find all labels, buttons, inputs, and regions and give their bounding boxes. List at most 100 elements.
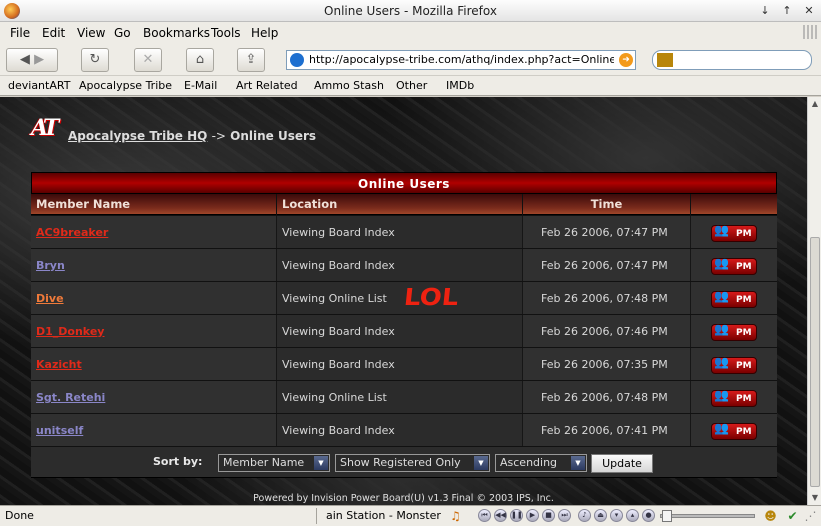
back-forward-button[interactable]: ◀ ▶ (6, 48, 58, 72)
back-arrow-icon: ◀ (19, 52, 30, 67)
dropdown-arrow-icon[interactable]: ▼ (314, 456, 328, 470)
play-icon[interactable]: ▶ (526, 509, 539, 522)
menu-view[interactable]: View (77, 26, 105, 40)
table-header: Member Name Location Time (31, 194, 777, 215)
music-note-icon: ♫ (450, 509, 461, 523)
stop-button[interactable]: ✕ (134, 48, 162, 72)
pm-cell: 👥 PM (691, 216, 777, 249)
member-time: Feb 26 2006, 07:46 PM (523, 315, 691, 348)
stop-playback-icon[interactable]: ■ (542, 509, 555, 522)
header-time: Time (523, 194, 691, 215)
users-icon: 👥 (714, 322, 729, 336)
member-link[interactable]: Dive (31, 282, 277, 315)
stop-icon: ✕ (142, 52, 154, 67)
volume-slider-knob[interactable] (662, 510, 672, 522)
bookmark-art-related[interactable]: Art Related (236, 79, 298, 92)
playlist-icon[interactable]: ♪ (578, 509, 591, 522)
volume-down-icon[interactable]: ▾ (610, 509, 623, 522)
breadcrumb-home-link[interactable]: Apocalypse Tribe HQ (68, 129, 207, 143)
menu-bookmarks[interactable]: Bookmarks (143, 26, 210, 40)
forward-arrow-icon: ▶ (34, 52, 45, 67)
users-icon: 👥 (714, 388, 729, 402)
member-link[interactable]: AC9breaker (31, 216, 277, 249)
member-link[interactable]: unitself (31, 414, 277, 447)
pm-button[interactable]: 👥 PM (711, 256, 757, 275)
sort-order-select[interactable]: Ascending ▼ (495, 454, 587, 472)
scroll-up-icon[interactable]: ▲ (809, 97, 821, 111)
menu-go[interactable]: Go (114, 26, 131, 40)
users-icon: 👥 (714, 289, 729, 303)
page-content: AT Apocalypse Tribe HQ -> Online Users O… (0, 97, 807, 505)
search-engine-icon[interactable] (657, 53, 673, 67)
header-pm (691, 194, 777, 215)
scroll-thumb[interactable] (810, 237, 820, 487)
pm-button[interactable]: 👥 PM (711, 355, 757, 374)
address-input[interactable]: http://apocalypse-tribe.com/athq/index.p… (309, 53, 614, 66)
dropdown-arrow-icon[interactable]: ▼ (571, 456, 585, 470)
menu-help[interactable]: Help (251, 26, 278, 40)
resize-grip-icon: ⋰ (804, 509, 817, 523)
member-link[interactable]: Kazicht (31, 348, 277, 381)
reload-button[interactable]: ↻ (81, 48, 109, 72)
vertical-scrollbar[interactable]: ▲ ▼ (807, 97, 821, 505)
pm-cell: 👥 PM (691, 249, 777, 282)
dropdown-arrow-icon[interactable]: ▼ (474, 456, 488, 470)
filter-select[interactable]: Show Registered Only ▼ (335, 454, 490, 472)
volume-slider[interactable] (660, 514, 755, 518)
address-bar[interactable]: http://apocalypse-tribe.com/athq/index.p… (286, 50, 636, 70)
member-link[interactable]: D1_Donkey (31, 315, 277, 348)
sort-field-select[interactable]: Member Name ▼ (218, 454, 330, 472)
menu-edit[interactable]: Edit (42, 26, 65, 40)
rewind-icon[interactable]: ◀◀ (494, 509, 507, 522)
update-button[interactable]: Update (591, 454, 653, 473)
member-time: Feb 26 2006, 07:47 PM (523, 249, 691, 282)
pm-button[interactable]: 👥 PM (711, 322, 757, 341)
bookmark-other[interactable]: Other (396, 79, 427, 92)
monkey-icon[interactable]: ☻ (763, 509, 778, 524)
bookmark-deviantart[interactable]: deviantART (8, 79, 70, 92)
menu-tools[interactable]: Tools (211, 26, 241, 40)
pause-icon[interactable]: ❚❚ (510, 509, 523, 522)
table-row: unitself Viewing Board Index Feb 26 2006… (31, 413, 777, 447)
pm-button[interactable]: 👥 PM (711, 421, 757, 440)
eject-icon[interactable]: ⏏ (594, 509, 607, 522)
menu-file[interactable]: File (10, 26, 30, 40)
scroll-down-icon[interactable]: ▼ (809, 491, 821, 505)
home-button[interactable]: ⌂ (186, 48, 214, 72)
next-icon[interactable]: ⏭ (558, 509, 571, 522)
member-link[interactable]: Bryn (31, 249, 277, 282)
volume-up-icon[interactable]: ▴ (626, 509, 639, 522)
site-logo[interactable]: AT (31, 115, 67, 141)
bookmark-apocalypse-tribe[interactable]: Apocalypse Tribe (79, 79, 172, 92)
member-location: Viewing Board Index (277, 249, 523, 282)
pm-button[interactable]: 👥 PM (711, 388, 757, 407)
checkmark-icon: ✔ (787, 509, 798, 523)
pm-button[interactable]: 👥 PM (711, 289, 757, 308)
status-bar: Done ain Station - Monster ♫ ⏮ ◀◀ ❚❚ ▶ ■… (0, 505, 821, 526)
window-title: Online Users - Mozilla Firefox (324, 4, 497, 18)
breadcrumb-current: Online Users (230, 129, 317, 143)
go-icon[interactable]: ➜ (619, 53, 633, 67)
upload-button[interactable]: ⇪ (237, 48, 265, 72)
maximize-icon[interactable]: ↑ (780, 4, 794, 18)
table-row: Dive Viewing Online List LOL Feb 26 2006… (31, 281, 777, 315)
bookmark-imdb[interactable]: IMDb (446, 79, 474, 92)
bookmark-email[interactable]: E-Mail (184, 79, 217, 92)
status-divider (316, 508, 317, 524)
header-location: Location (277, 194, 523, 215)
close-icon[interactable]: ✕ (802, 4, 816, 18)
search-box[interactable] (652, 50, 812, 70)
online-users-table: Online Users Member Name Location Time A… (31, 172, 777, 478)
minimize-icon[interactable]: ↓ (758, 4, 772, 18)
table-row: AC9breaker Viewing Board Index Feb 26 20… (31, 215, 777, 249)
member-link[interactable]: Sgt. Retehi (31, 381, 277, 414)
breadcrumb: Apocalypse Tribe HQ -> Online Users (68, 129, 316, 143)
pm-button[interactable]: 👥 PM (711, 223, 757, 242)
pm-cell: 👥 PM (691, 414, 777, 447)
table-row: D1_Donkey Viewing Board Index Feb 26 200… (31, 314, 777, 348)
bookmark-ammo-stash[interactable]: Ammo Stash (314, 79, 384, 92)
menu-circle-icon[interactable]: ● (642, 509, 655, 522)
menu-bar: File Edit View Go Bookmarks Tools Help (0, 22, 821, 44)
previous-icon[interactable]: ⏮ (478, 509, 491, 522)
sort-bar: Sort by: Member Name ▼ Show Registered O… (31, 446, 777, 478)
